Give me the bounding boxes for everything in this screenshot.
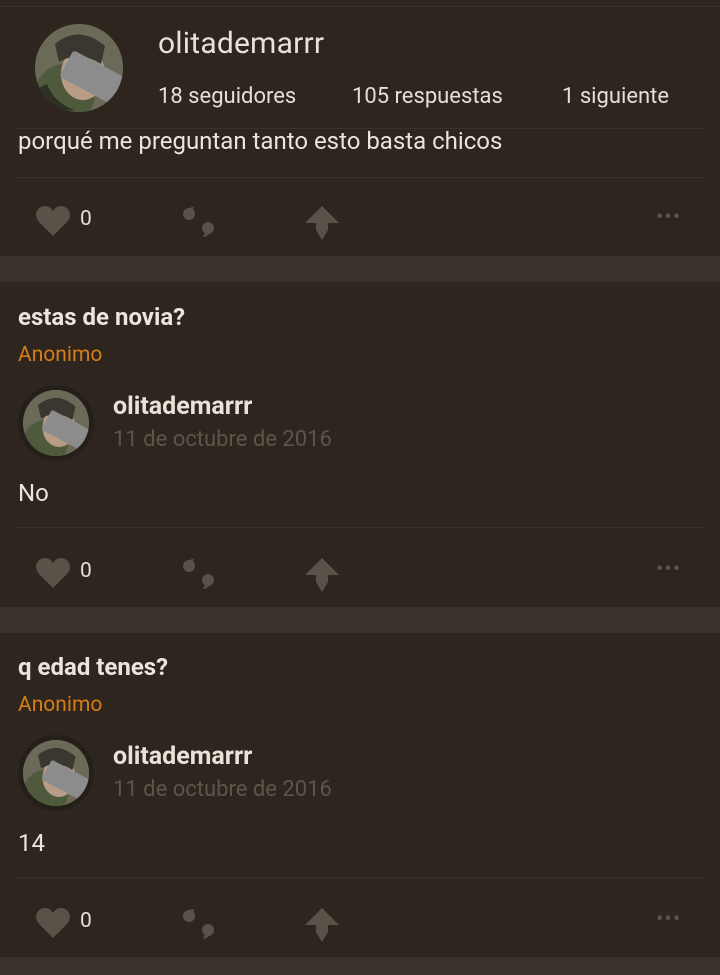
quote-icon[interactable] <box>181 558 217 590</box>
question-text[interactable]: q edad tenes? <box>18 653 168 681</box>
avatar-image <box>23 390 89 456</box>
top-divider <box>0 6 720 7</box>
responder-avatar[interactable] <box>23 740 89 806</box>
post-divider <box>18 177 702 178</box>
heart-icon[interactable] <box>35 557 71 589</box>
more-dots-icon[interactable]: ••• <box>656 205 681 230</box>
section-separator <box>0 256 720 282</box>
profile-username[interactable]: olitademarrr <box>158 26 324 61</box>
responder-username[interactable]: olitademarrr <box>113 392 252 421</box>
heart-icon[interactable] <box>35 205 71 237</box>
answer-date: 11 de octubre de 2016 <box>113 777 332 802</box>
like-count: 0 <box>80 207 92 231</box>
heart-icon[interactable] <box>35 907 71 939</box>
followers-count[interactable]: 18 seguidores <box>158 84 296 109</box>
like-count: 0 <box>80 559 92 583</box>
avatar-image <box>35 24 123 112</box>
section-separator <box>0 957 720 975</box>
answer-text: No <box>18 479 49 507</box>
share-arrow-icon[interactable] <box>304 204 340 240</box>
asker-name: Anonimo <box>18 343 103 367</box>
answer-text: porqué me preguntan tanto esto basta chi… <box>18 127 503 155</box>
like-count: 0 <box>80 909 92 933</box>
profile-avatar[interactable] <box>35 24 123 112</box>
avatar-image <box>23 740 89 806</box>
post-divider <box>18 527 702 528</box>
responder-username[interactable]: olitademarrr <box>113 742 252 771</box>
question-text[interactable]: estas de novia? <box>18 303 185 331</box>
more-dots-icon[interactable]: ••• <box>656 557 681 582</box>
more-dots-icon[interactable]: ••• <box>656 907 681 932</box>
asker-name: Anonimo <box>18 693 103 717</box>
answer-date: 11 de octubre de 2016 <box>113 427 332 452</box>
quote-icon[interactable] <box>181 206 217 238</box>
answers-count[interactable]: 105 respuestas <box>352 84 503 109</box>
share-arrow-icon[interactable] <box>304 906 340 942</box>
answer-text: 14 <box>18 829 45 857</box>
share-arrow-icon[interactable] <box>304 556 340 592</box>
following-count[interactable]: 1 siguiente <box>562 84 669 109</box>
post-divider <box>18 877 702 878</box>
section-separator <box>0 607 720 633</box>
quote-icon[interactable] <box>181 908 217 940</box>
responder-avatar[interactable] <box>23 390 89 456</box>
